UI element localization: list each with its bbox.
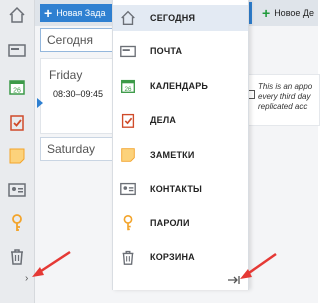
arrow-annotation [240,252,277,279]
annotation-arrows [32,250,277,279]
arrow-annotation [32,250,71,277]
